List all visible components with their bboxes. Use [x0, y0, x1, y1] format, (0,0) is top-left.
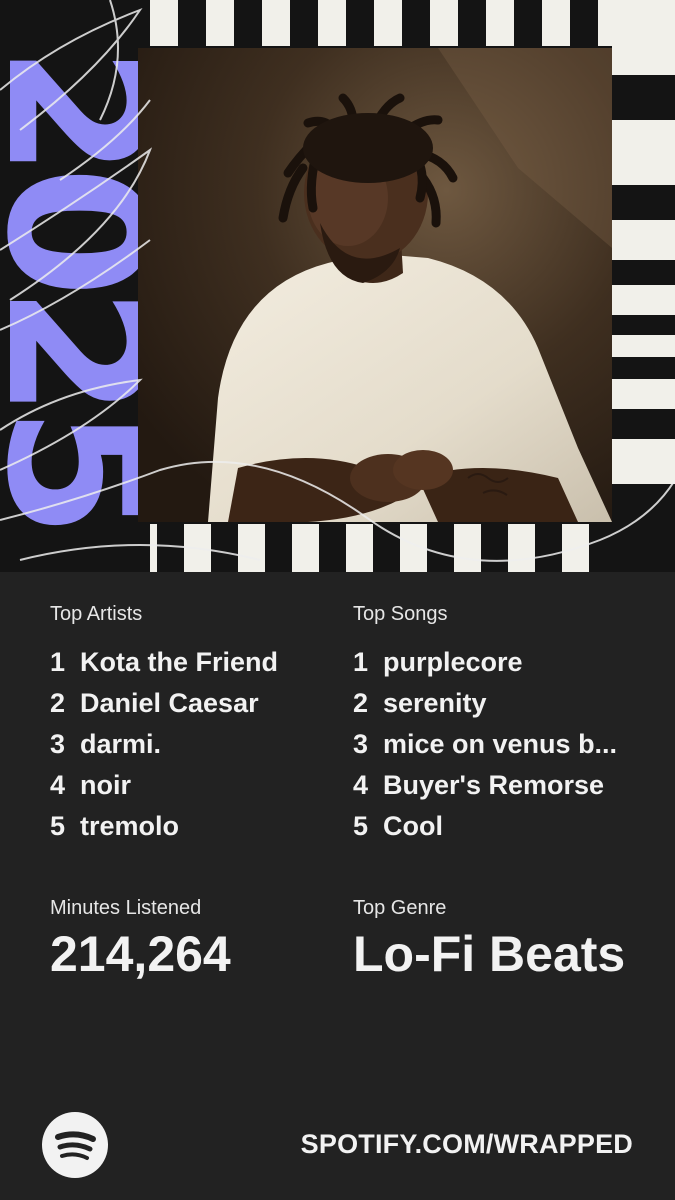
rank-number: 1 — [50, 647, 66, 677]
rank-number: 2 — [353, 688, 369, 718]
wrapped-card: 2025 Top Artists 1 Kota the Friend 2 Dan… — [0, 0, 675, 1200]
song-name: purplecore — [383, 647, 523, 677]
list-item: 5 Cool — [353, 806, 653, 847]
stripe-pattern-top — [150, 0, 675, 46]
rank-number: 1 — [353, 647, 369, 677]
spotify-logo-glyph — [55, 1131, 96, 1160]
list-item: 3 mice on venus b... — [353, 724, 653, 765]
year-title: 2025 — [0, 45, 186, 527]
list-item: 4 Buyer's Remorse — [353, 765, 653, 806]
year-band: 2025 — [0, 0, 186, 572]
rank-number: 4 — [50, 770, 66, 800]
top-genre: Top Genre Lo-Fi Beats — [353, 894, 625, 984]
list-item: 2 Daniel Caesar — [50, 683, 350, 724]
top-artists-label: Top Artists — [50, 603, 143, 625]
artist-photo — [138, 48, 612, 522]
list-item: 1 Kota the Friend — [50, 642, 350, 683]
list-item: 2 serenity — [353, 683, 653, 724]
rank-number: 5 — [50, 811, 66, 841]
wrapped-link[interactable]: SPOTIFY.COM/WRAPPED — [301, 1124, 633, 1164]
list-item: 3 darmi. — [50, 724, 350, 765]
stats-section: Top Artists 1 Kota the Friend 2 Daniel Cae… — [0, 572, 675, 1200]
list-item: 5 tremolo — [50, 806, 350, 847]
top-songs: Top Songs 1 purplecore 2 serenity 3 mice on… — [353, 600, 653, 847]
list-item: 1 purplecore — [353, 642, 653, 683]
minutes-listened: Minutes Listened 214,264 — [50, 894, 231, 984]
artist-name: darmi. — [80, 729, 162, 759]
top-artists: Top Artists 1 Kota the Friend 2 Daniel Cae… — [50, 600, 350, 847]
top-artists-list: 1 Kota the Friend 2 Daniel Caesar 3 darmi. … — [50, 642, 350, 847]
block-pattern-right — [612, 0, 675, 572]
rank-number: 4 — [353, 770, 369, 800]
top-songs-label: Top Songs — [353, 603, 448, 625]
rank-number: 3 — [353, 729, 369, 759]
top-songs-list: 1 purplecore 2 serenity 3 mice on venus b..… — [353, 642, 653, 847]
rank-number: 2 — [50, 688, 66, 718]
artist-name: Kota the Friend — [80, 647, 279, 677]
top-genre-value: Lo-Fi Beats — [353, 926, 626, 982]
wrapped-artwork: 2025 — [0, 0, 675, 572]
rank-number: 5 — [353, 811, 369, 841]
artist-name: tremolo — [80, 811, 180, 841]
artist-photo-illustration — [138, 48, 612, 522]
spotify-logo-icon[interactable] — [42, 1112, 108, 1178]
minutes-listened-value: 214,264 — [50, 926, 231, 982]
artist-name: Daniel Caesar — [80, 688, 259, 718]
artist-name: noir — [80, 770, 131, 800]
top-genre-label: Top Genre — [353, 897, 447, 919]
song-name: Cool — [383, 811, 443, 841]
list-item: 4 noir — [50, 765, 350, 806]
rank-number: 3 — [50, 729, 66, 759]
song-name: Buyer's Remorse — [383, 770, 605, 800]
stripe-pattern-bottom — [130, 524, 675, 572]
song-name: mice on venus b... — [383, 729, 618, 759]
minutes-listened-label: Minutes Listened — [50, 897, 202, 919]
song-name: serenity — [383, 688, 487, 718]
